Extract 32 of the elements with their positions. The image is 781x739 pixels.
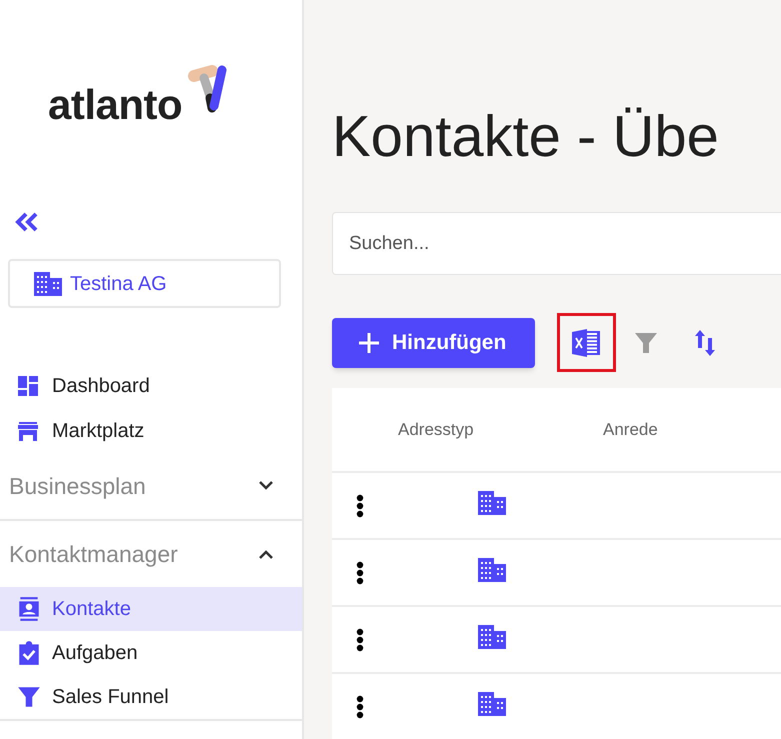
more-menu-icon[interactable] [356,494,364,518]
more-menu-icon[interactable] [356,628,364,652]
building-icon [478,490,506,514]
sidebar-item[interactable]: Kontakte [0,587,302,631]
section-header[interactable]: Kontaktmanager [0,521,302,587]
sidebar-item[interactable]: Marktplatz [0,408,302,453]
chevron-up-icon [258,549,274,559]
logo-wordmark: atlanto [48,84,182,126]
building-icon [478,558,506,582]
building-icon [478,692,506,716]
page-title: Kontakte - Übe [332,108,720,166]
sidebar-item[interactable]: Dashboard [0,363,302,408]
collapse-icon[interactable] [15,212,39,232]
excel-button[interactable] [557,313,616,372]
search-field[interactable]: Suchen... [332,212,781,275]
more-menu-icon[interactable] [356,560,364,584]
dashboard-icon [16,374,40,398]
column-header[interactable]: Anrede [603,416,723,442]
sidebar-item[interactable]: Aufgaben [0,631,302,675]
more-menu-icon[interactable] [356,694,364,718]
company-selector[interactable]: Testina AG [8,259,281,308]
sidebar-item[interactable]: Sales Funnel [0,675,302,719]
filter-icon [634,330,658,354]
column-header[interactable]: Adresstyp [398,416,603,442]
section-header[interactable]: Businessplan [0,453,302,519]
spreadsheet-icon [572,328,602,356]
building-icon [478,624,506,648]
chevron-down-icon [258,481,274,491]
sort-icon [694,330,716,356]
plus-icon [358,332,380,354]
add-button[interactable]: Hinzufügen [332,318,535,368]
building-icon [34,272,62,296]
